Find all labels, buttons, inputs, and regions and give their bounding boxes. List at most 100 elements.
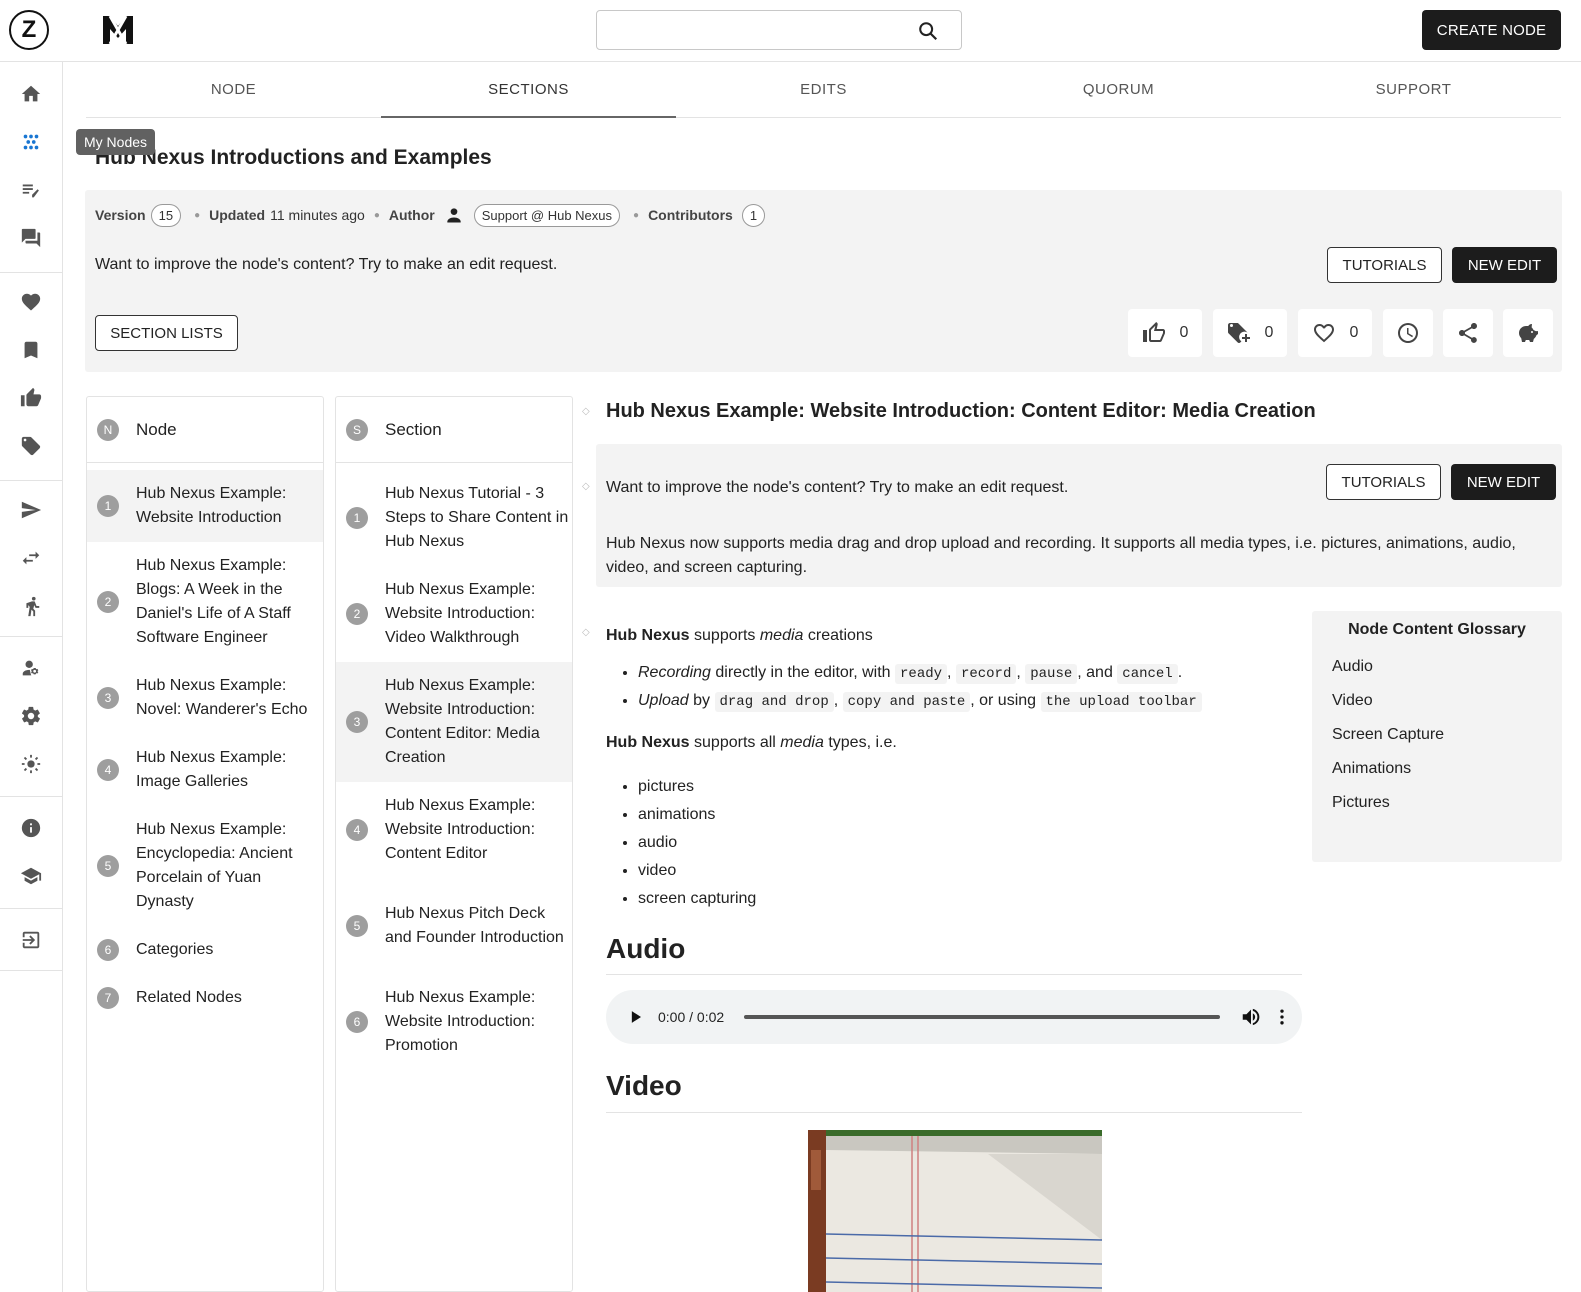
heart-outline-icon (1313, 324, 1334, 343)
audio-progress-bar[interactable] (744, 1015, 1220, 1019)
app-logo[interactable]: Z (9, 10, 49, 50)
tab-quorum[interactable]: QUORUM (971, 62, 1266, 117)
create-node-button[interactable]: CREATE NODE (1422, 10, 1561, 50)
glossary-link-screen-capture[interactable]: Screen Capture (1332, 726, 1444, 744)
tab-sections[interactable]: SECTIONS (381, 62, 676, 118)
settings-icon[interactable] (0, 694, 62, 738)
glossary-link-pictures[interactable]: Pictures (1332, 794, 1390, 812)
drag-handle-icon[interactable]: ◇ (582, 627, 592, 641)
like-button[interactable]: 0 (1128, 309, 1202, 357)
tag-add-icon (1227, 323, 1250, 343)
video-thumbnail (808, 1130, 1102, 1292)
my-nodes-tooltip: My Nodes (76, 129, 156, 155)
node-list-item[interactable]: 4 Hub Nexus Example: Image Galleries (87, 734, 323, 806)
node-list-item[interactable]: 2 Hub Nexus Example: Blogs: A Week in the… (87, 542, 323, 662)
drag-handle-icon[interactable]: ◇ (582, 481, 592, 495)
logout-icon[interactable] (0, 918, 62, 962)
glossary-link-audio[interactable]: Audio (1332, 658, 1373, 676)
clock-icon (1398, 323, 1418, 343)
history-button[interactable] (1383, 309, 1433, 357)
list-item: Upload by drag and drop, copy and paste,… (638, 692, 1202, 720)
audio-player[interactable]: 0:00 / 0:02 (606, 990, 1302, 1044)
node-list-item[interactable]: 7 Related Nodes (87, 974, 323, 1022)
info-icon[interactable] (0, 806, 62, 850)
creation-methods-list: Recording directly in the editor, with r… (638, 664, 1202, 720)
tab-support[interactable]: SUPPORT (1266, 62, 1561, 117)
tag-count: 0 (1264, 324, 1274, 341)
paragraph-media-types: Hub Nexus supports all media types, i.e. (606, 734, 897, 751)
thumb-up-icon[interactable] (0, 376, 62, 420)
donate-button[interactable] (1503, 309, 1553, 357)
tag-icon[interactable] (0, 424, 62, 468)
node-list-item[interactable]: 3 Hub Nexus Example: Novel: Wanderer's Ec… (87, 662, 323, 734)
new-edit-button[interactable]: NEW EDIT (1452, 247, 1557, 283)
audio-heading: Audio (606, 933, 686, 964)
volume-icon[interactable] (1240, 1006, 1262, 1028)
home-icon[interactable] (0, 72, 62, 116)
heart-icon[interactable] (0, 280, 62, 324)
list-item: animations (638, 801, 756, 829)
tutorials-button[interactable]: TUTORIALS (1326, 464, 1441, 500)
send-icon[interactable] (0, 488, 62, 532)
node-list-item[interactable]: 5 Hub Nexus Example: Encyclopedia: Ancien… (87, 806, 323, 926)
new-edit-button[interactable]: NEW EDIT (1451, 464, 1556, 500)
more-options-icon[interactable] (1272, 1007, 1292, 1027)
person-running-icon[interactable] (0, 584, 62, 628)
paragraph-media-creations: Hub Nexus supports media creations (606, 627, 873, 644)
contributors-badge[interactable]: 1 (741, 203, 766, 227)
section-list-item[interactable]: 6 Hub Nexus Example: Website Introduction… (336, 974, 572, 1070)
updated-value: 11 minutes ago (270, 207, 365, 223)
section-list-item[interactable]: 1 Hub Nexus Tutorial - 3 Steps to Share C… (336, 470, 572, 566)
search-input[interactable] (597, 11, 897, 49)
drag-handle-icon[interactable]: ◇ (582, 406, 592, 420)
section-badge: S (346, 418, 368, 441)
favorite-button[interactable]: 0 (1298, 309, 1372, 357)
search-box[interactable] (596, 10, 962, 50)
piggy-bank-icon (1519, 324, 1538, 342)
node-panel-header: N Node (87, 397, 323, 463)
list-item: video (638, 857, 756, 885)
node-list-item[interactable]: 6 Categories (87, 926, 323, 974)
thumb-up-outline-icon (1142, 322, 1165, 342)
tab-edits[interactable]: EDITS (676, 62, 971, 117)
version-label: Version (95, 207, 146, 223)
section-list-item[interactable]: 4 Hub Nexus Example: Website Introduction… (336, 782, 572, 878)
improve-prompt: Want to improve the node's content? Try … (606, 479, 1069, 496)
tab-node[interactable]: NODE (86, 62, 381, 117)
brightness-icon[interactable] (0, 742, 62, 786)
tutorials-button[interactable]: TUTORIALS (1327, 247, 1442, 283)
glossary-title: Node Content Glossary (1348, 621, 1526, 638)
swap-icon[interactable] (0, 536, 62, 580)
school-icon[interactable] (0, 854, 62, 898)
section-list-item[interactable]: 3 Hub Nexus Example: Website Introduction… (336, 662, 572, 782)
improve-prompt: Want to improve the node's content? Try … (95, 256, 558, 273)
edit-list-icon[interactable] (0, 168, 62, 212)
play-icon[interactable] (626, 1007, 646, 1027)
section-description: Hub Nexus now supports media drag and dr… (606, 535, 1516, 576)
search-icon[interactable] (917, 20, 939, 42)
list-item: screen capturing (638, 885, 756, 913)
section-list-item[interactable]: 2 Hub Nexus Example: Website Introduction… (336, 566, 572, 662)
share-button[interactable] (1443, 309, 1493, 357)
manage-accounts-icon[interactable] (0, 646, 62, 690)
section-lists-button[interactable]: SECTION LISTS (95, 315, 238, 351)
glossary-link-video[interactable]: Video (1332, 692, 1373, 710)
section-list-panel: S Section 1 Hub Nexus Tutorial - 3 Steps … (335, 396, 573, 1292)
video-player[interactable] (808, 1130, 1102, 1292)
bookmark-icon[interactable] (0, 328, 62, 372)
node-meta: Version 15 ● Updated 11 minutes ago ● Au… (95, 202, 769, 228)
section-panel-header: S Section (336, 397, 572, 463)
top-bar: Z CREATE NODE (0, 0, 1581, 62)
node-list-item[interactable]: 1 Hub Nexus Example: Website Introduction (87, 470, 323, 542)
list-item: pictures (638, 773, 756, 801)
node-panel-title: Node (136, 419, 177, 439)
tag-button[interactable]: 0 (1213, 309, 1287, 357)
version-badge: 15 (150, 203, 182, 227)
my-nodes-icon[interactable] (0, 120, 62, 164)
contributors-label: Contributors (648, 207, 733, 223)
author-chip[interactable]: Support @ Hub Nexus (473, 203, 621, 227)
brand-mark-icon[interactable] (98, 10, 138, 50)
section-list-item[interactable]: 5 Hub Nexus Pitch Deck and Founder Introd… (336, 878, 572, 974)
chat-icon[interactable] (0, 216, 62, 260)
glossary-link-animations[interactable]: Animations (1332, 760, 1411, 778)
